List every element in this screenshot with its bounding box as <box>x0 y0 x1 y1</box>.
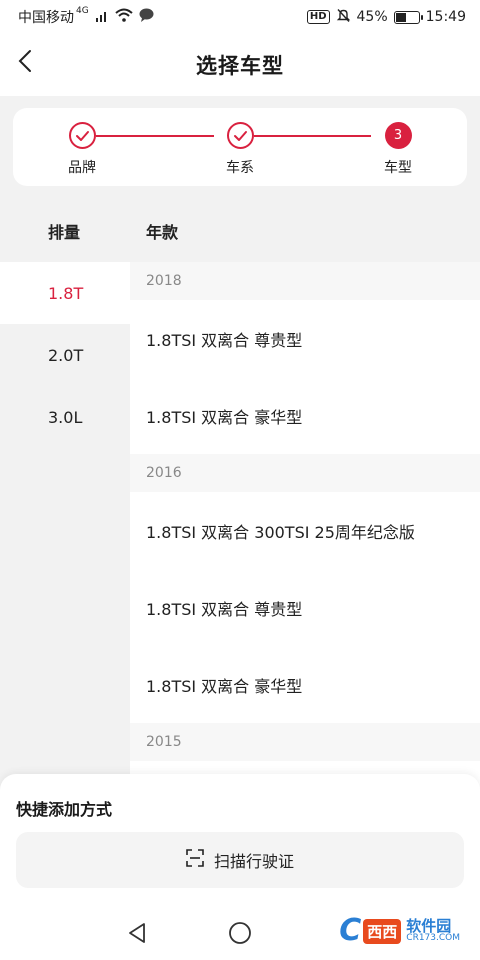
sheet-title: 快捷添加方式 <box>16 800 113 819</box>
network-type: 4G <box>76 6 89 16</box>
sidebar-header: 排量 <box>0 200 130 262</box>
scan-license-button[interactable]: 扫描行驶证 <box>16 832 464 888</box>
step-number: 3 <box>384 122 412 149</box>
step-series[interactable]: 车系 <box>210 122 270 177</box>
watermark-text: 软件园 CR173.COM <box>406 918 460 944</box>
sidebar-list: 排量 1.8T 2.0T 3.0L <box>0 200 130 448</box>
chat-bubble-icon <box>139 8 154 26</box>
app-header: 选择车型 <box>0 34 480 96</box>
status-bar-left: 中国移动 4G <box>18 6 154 27</box>
step-model: 3 车型 <box>368 122 428 177</box>
list-item[interactable]: 1.8TSI 双离合 尊贵型 <box>130 300 480 377</box>
step-label: 车系 <box>226 160 254 176</box>
hd-badge: HD <box>306 10 330 24</box>
list-item[interactable]: 1.8TSI 双离合 豪华型 <box>130 377 480 454</box>
step-brand[interactable]: 品牌 <box>52 122 112 177</box>
battery-level <box>395 12 407 22</box>
stepper-section: 品牌 车系 3 车型 <box>0 96 480 200</box>
scan-button-label: 扫描行驶证 <box>213 852 294 871</box>
mute-bell-icon <box>336 8 351 27</box>
watermark-name: 软件园 <box>406 916 452 935</box>
carrier-name: 中国移动 <box>18 10 74 26</box>
check-icon <box>68 122 96 149</box>
clock: 15:49 <box>425 9 466 25</box>
list-item[interactable]: 1.8TSI 双离合 尊贵型 <box>130 569 480 646</box>
step-connector-1 <box>96 135 214 137</box>
sidebar-item-1-8t[interactable]: 1.8T <box>0 262 130 324</box>
system-nav-bar: C 西西 软件园 CR173.COM <box>0 906 480 960</box>
year-header: 2016 <box>130 454 480 492</box>
check-icon <box>226 122 254 149</box>
watermark-letter: C <box>339 913 362 948</box>
status-bar-right: HD 45% 15:49 <box>306 8 466 27</box>
chevron-left-icon <box>17 49 33 77</box>
wifi-icon <box>115 8 133 26</box>
status-bar: 中国移动 4G HD 45% 15:49 <box>0 0 480 34</box>
back-triangle-icon[interactable] <box>124 920 150 946</box>
sidebar-item-3-0l[interactable]: 3.0L <box>0 386 130 448</box>
page-title: 选择车型 <box>196 54 284 78</box>
step-label: 车型 <box>384 160 412 176</box>
watermark-logo: C 西西 软件园 CR173.COM <box>339 916 460 946</box>
progress-stepper: 品牌 车系 3 车型 <box>13 108 467 186</box>
battery-percent: 45% <box>356 9 388 25</box>
watermark-domain: CR173.COM <box>406 933 460 944</box>
signal-icon <box>95 9 109 26</box>
model-list-header: 年款 <box>130 200 480 262</box>
step-connector-2 <box>254 135 371 137</box>
scan-icon <box>186 849 204 871</box>
list-item[interactable]: 1.8TSI 双离合 豪华型 <box>130 646 480 723</box>
battery-icon <box>393 10 423 24</box>
sidebar-item-2-0t[interactable]: 2.0T <box>0 324 130 386</box>
step-label: 品牌 <box>68 160 96 176</box>
year-header: 2015 <box>130 723 480 761</box>
back-button[interactable] <box>10 48 40 78</box>
list-item[interactable]: 1.8TSI 双离合 300TSI 25周年纪念版 <box>130 492 480 569</box>
home-circle-icon[interactable] <box>227 920 253 946</box>
quick-add-sheet: 快捷添加方式 扫描行驶证 <box>0 774 480 906</box>
year-header: 2018 <box>130 262 480 300</box>
watermark-badge: 西西 <box>363 918 402 944</box>
